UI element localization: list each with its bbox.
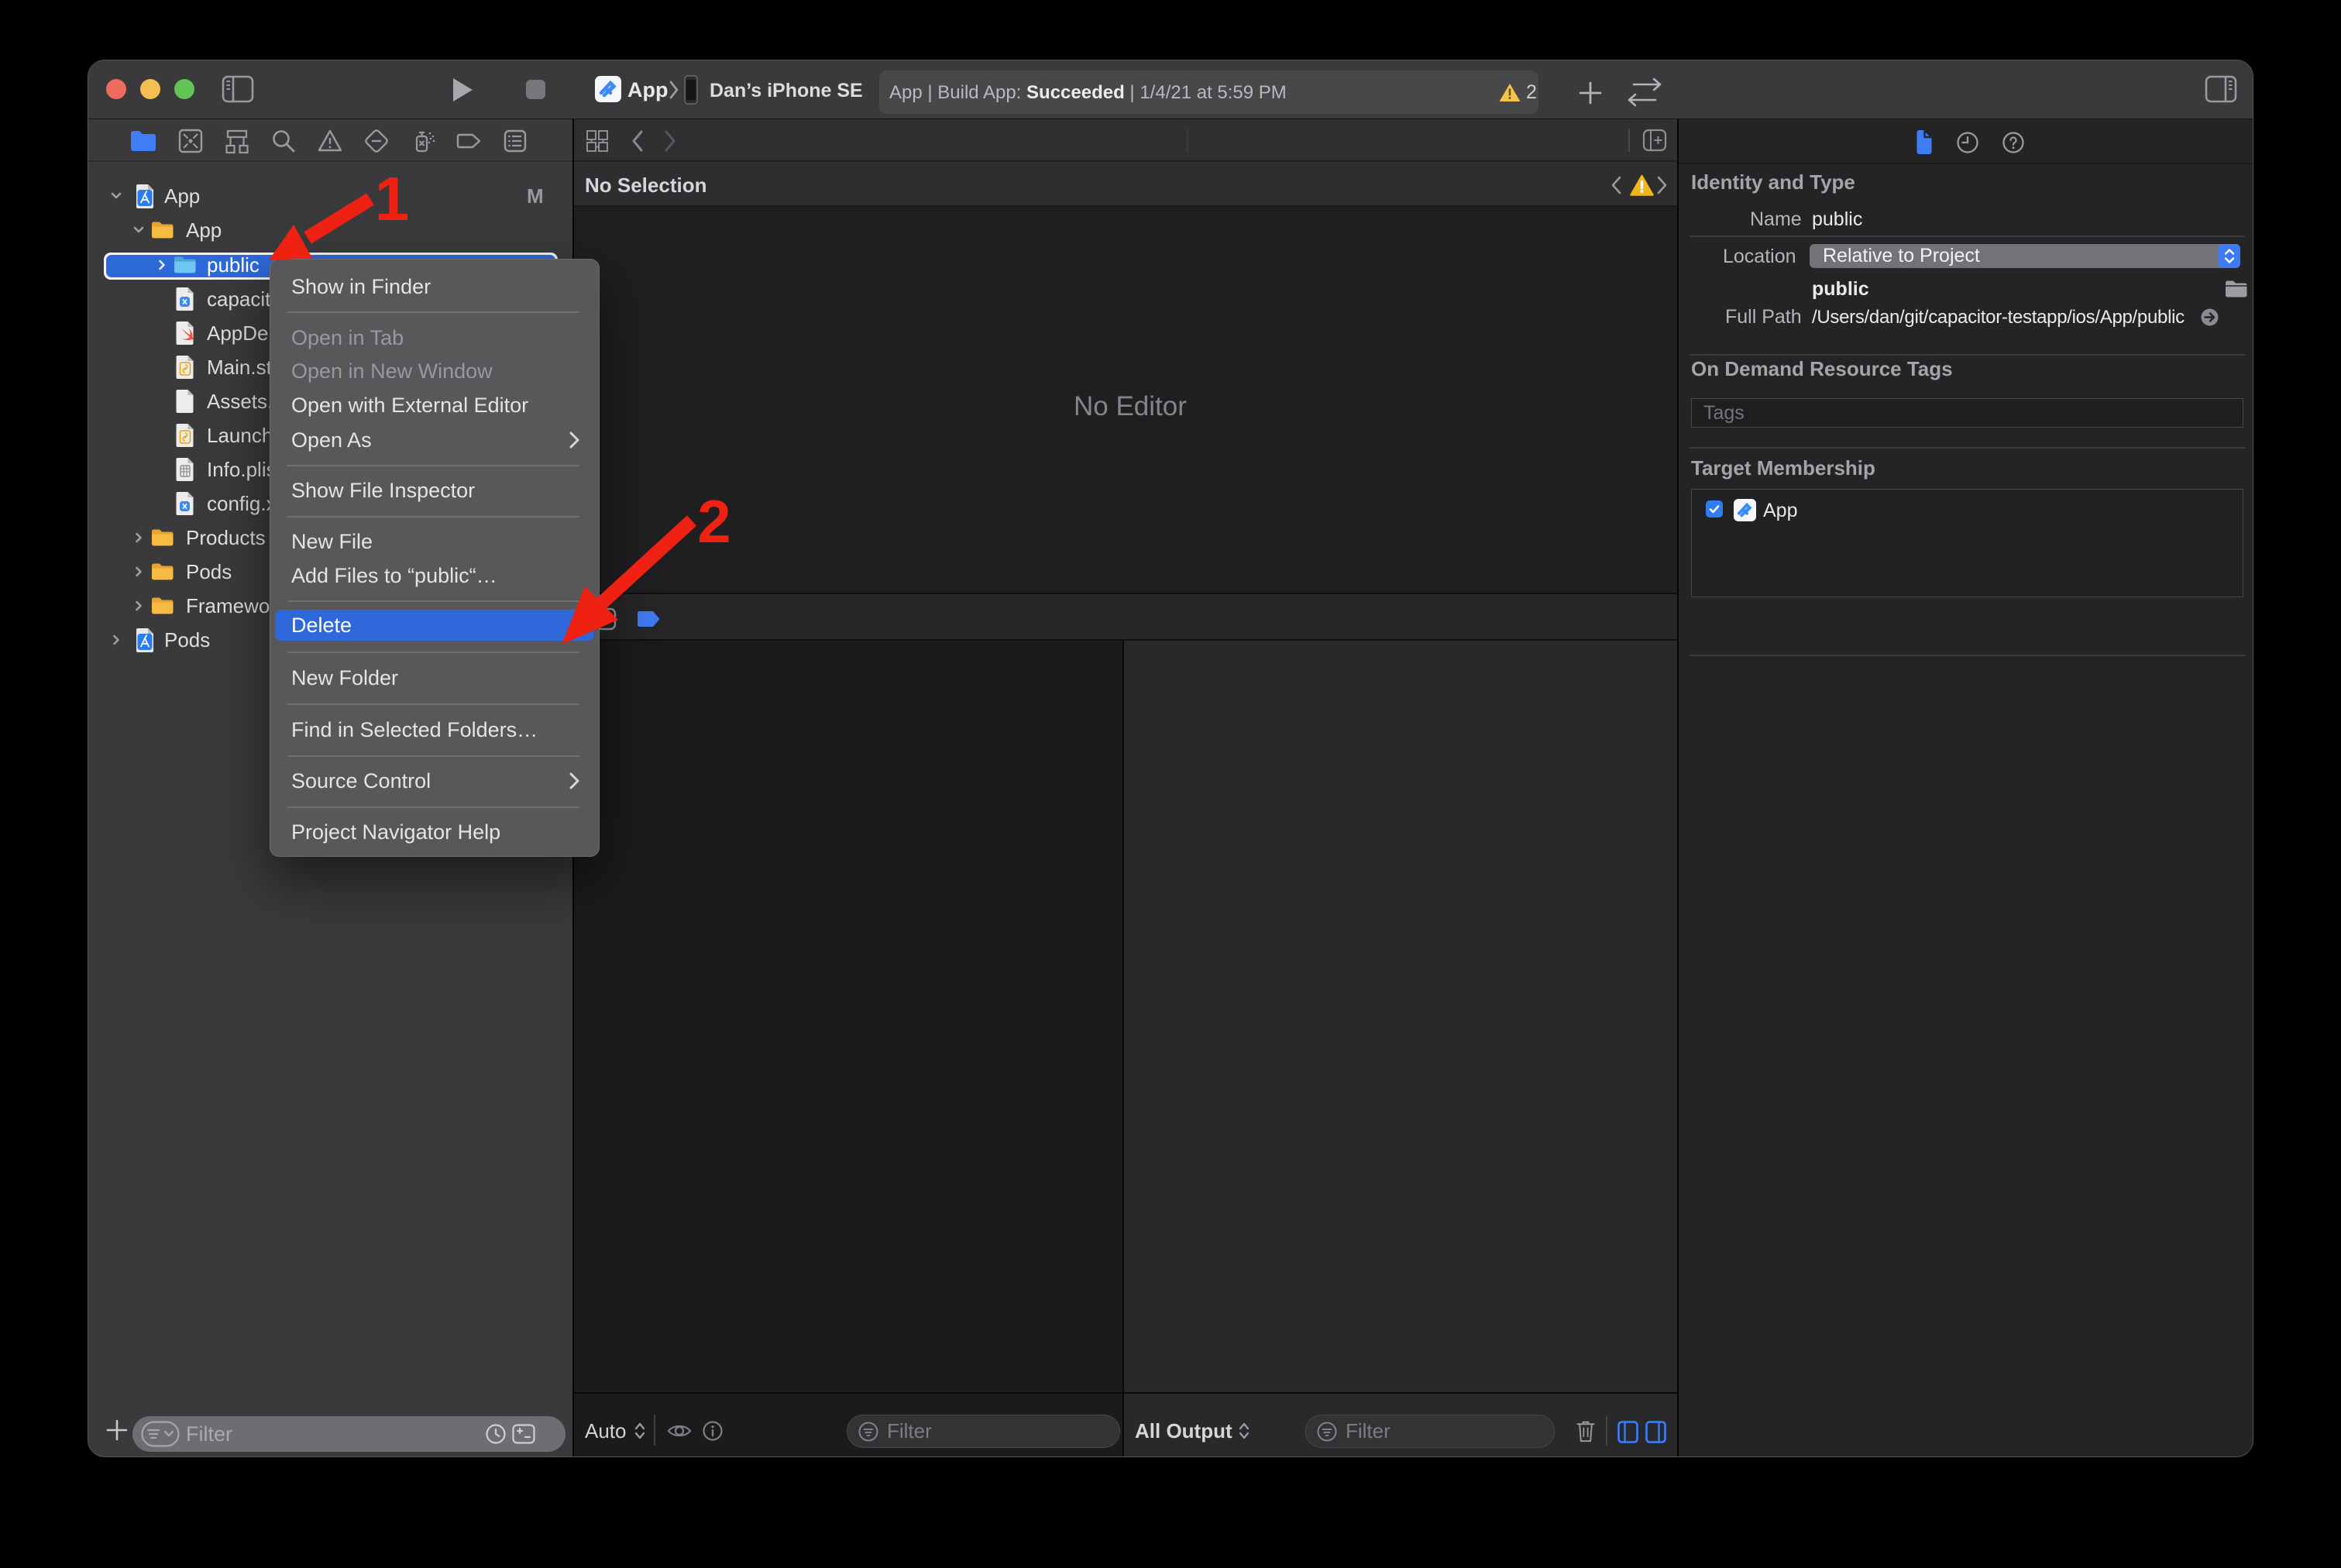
svg-text:2: 2 — [697, 487, 730, 555]
svg-text:1: 1 — [375, 164, 410, 233]
